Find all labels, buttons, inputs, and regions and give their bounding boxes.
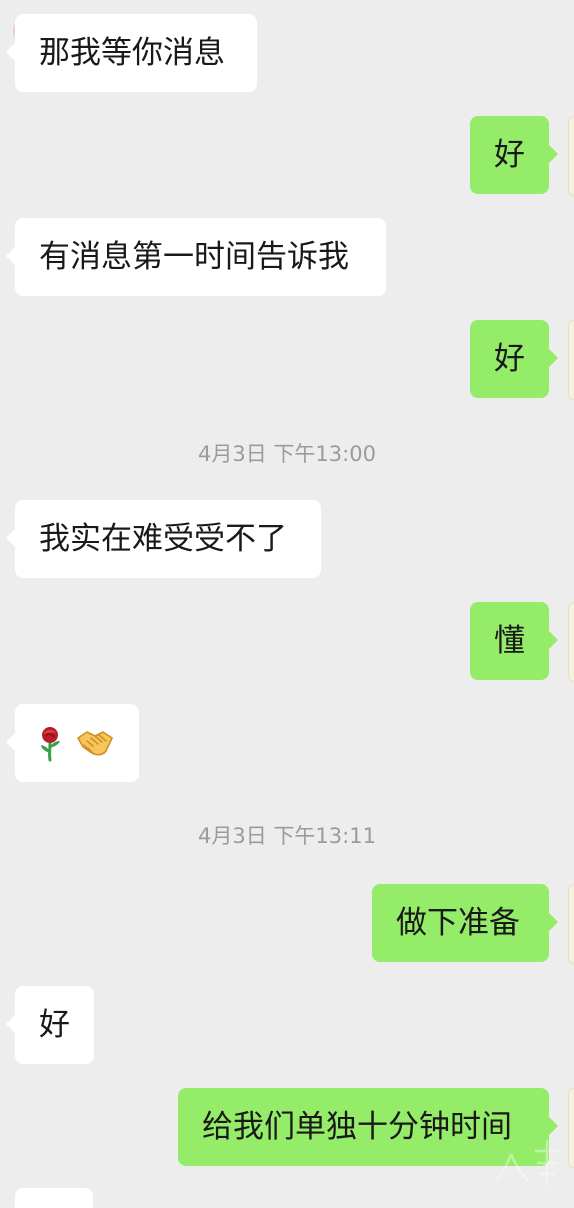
message-bubble-outgoing[interactable]: 做下准备 xyxy=(372,884,558,962)
watermark-mark-icon xyxy=(495,1140,559,1186)
message-bubble-outgoing[interactable]: 好 xyxy=(470,116,558,194)
message-text: 好 xyxy=(494,340,525,377)
sender-avatar[interactable] xyxy=(568,320,574,400)
sender-avatar[interactable] xyxy=(568,1088,574,1168)
message-bubble-outgoing[interactable]: 好 xyxy=(470,320,558,398)
sender-avatar[interactable] xyxy=(568,884,574,964)
sender-avatar[interactable] xyxy=(568,116,574,196)
message-timestamp: 4月3日 下午13:00 xyxy=(198,442,376,466)
message-text: 我实在难受受不了 xyxy=(39,520,287,557)
message-text: 给我们单独十分钟时间 xyxy=(202,1108,512,1145)
handshake-emoji xyxy=(76,731,114,756)
chat-message-list[interactable]: 那我等你消息 好 有消息第一时间告诉我 好 4月3日 下午13:00 我实在难受… xyxy=(0,0,574,1208)
emoji-message-bubble[interactable] xyxy=(6,704,139,782)
message-timestamp: 4月3日 下午13:11 xyxy=(198,824,376,848)
sender-avatar[interactable] xyxy=(568,602,574,682)
message-bubble-incoming[interactable]: 那我等你消息 xyxy=(6,14,257,92)
message-text: 懂 xyxy=(494,622,525,659)
partial-message-bubble[interactable] xyxy=(15,1188,93,1208)
message-text: 有消息第一时间告诉我 xyxy=(39,238,349,275)
rose-emoji xyxy=(41,727,60,762)
message-text: 做下准备 xyxy=(396,904,520,941)
message-bubble-incoming[interactable]: 有消息第一时间告诉我 xyxy=(6,218,386,296)
message-bubble-incoming[interactable]: 我实在难受受不了 xyxy=(6,500,321,578)
message-bubble-outgoing[interactable]: 懂 xyxy=(470,602,558,680)
message-text: 那我等你消息 xyxy=(39,34,225,71)
message-text: 好 xyxy=(494,136,525,173)
message-bubble-incoming[interactable]: 好 xyxy=(6,986,94,1064)
message-text: 好 xyxy=(39,1006,70,1043)
